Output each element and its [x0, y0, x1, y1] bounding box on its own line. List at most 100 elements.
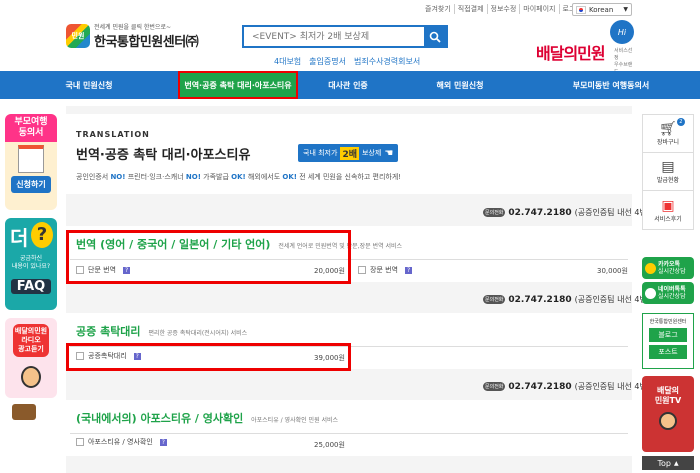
highlight-box: [66, 230, 351, 284]
phone-note: (공증인증팀 내선 4번): [574, 295, 650, 304]
top-link-profile[interactable]: 정보수정: [488, 4, 521, 14]
banner2-q1: 궁금하신: [19, 255, 43, 262]
cart-button[interactable]: 🛒︎ 2 장바구니: [643, 115, 693, 153]
history-label: 발급현황: [656, 177, 680, 184]
top-link-payment[interactable]: 직접결제: [455, 4, 488, 14]
search-input[interactable]: [244, 27, 424, 46]
top-label: Top: [657, 458, 671, 468]
quick-link-immigration[interactable]: 출입증명서: [309, 56, 346, 67]
banner2-q2: 내용이 있나요?: [11, 263, 51, 270]
checkbox[interactable]: [358, 266, 366, 274]
lowest-price-badge: 국내 최저가 2배 보상제 ☚: [298, 144, 399, 162]
desc-bold: NO!: [185, 173, 201, 181]
naver-talk-icon: [645, 287, 656, 299]
nav-translation[interactable]: 번역·공증 촉탁 대리·아포스티유: [178, 71, 298, 99]
history-button[interactable]: ▤ 발급현황: [643, 153, 693, 191]
document-icon: [5, 142, 57, 176]
tv-l1: 배달의: [656, 386, 680, 395]
logo-subtitle: 전세계 민원을 클릭 한번으로~: [94, 24, 171, 31]
post-button[interactable]: 포스트: [649, 345, 687, 359]
naver-talk-button[interactable]: 네이버톡톡 실시간상담: [642, 282, 694, 304]
desc-part: 해외에서도: [247, 173, 283, 181]
translation-header-card: TRANSLATION 번역·공증 촉탁 대리·아포스티유 국내 최저가 2배 …: [66, 114, 632, 194]
nav-overseas[interactable]: 해외 민원신청: [398, 71, 522, 99]
blog-button[interactable]: 블로그: [649, 328, 687, 342]
desc-bold: OK!: [231, 173, 246, 181]
korea-flag-icon: [576, 5, 586, 14]
main-nav: 국내 민원신청 번역·공증 촉탁 대리·아포스티유 대사관 인증 해외 민원신청…: [0, 71, 700, 99]
quick-link-insurance[interactable]: 4대보험: [274, 56, 301, 67]
desc-part: 프린터·잉크·스캐너: [127, 173, 186, 181]
top-link-mypage[interactable]: 마이페이지: [520, 4, 560, 14]
banner3-l3: 광고듣기: [18, 345, 44, 353]
badge-pre: 국내 최저가: [303, 149, 338, 157]
official-label: 한국통합민원센터: [649, 319, 687, 325]
nav-domestic[interactable]: 국내 민원신청: [0, 71, 178, 99]
brand-badge: Hi: [610, 20, 634, 44]
review-icon: ▣: [661, 197, 675, 214]
radio-banner[interactable]: 배달의민원 라디오 광고듣기: [5, 318, 57, 398]
section-title: 공증 촉탁대리: [76, 325, 141, 338]
desc-bold: OK!: [282, 173, 297, 181]
top-link-bookmark[interactable]: 즐겨찾기: [422, 4, 455, 14]
phone-note: (공증인증팀 내선 4번): [574, 382, 650, 391]
document-list-icon: ▤: [661, 159, 675, 175]
search-bar: [242, 25, 448, 48]
list-item[interactable]: 아포스티유 / 영사확인 ?: [76, 435, 167, 449]
scroll-top-button[interactable]: Top ▲: [642, 456, 694, 470]
banner2-faq: FAQ: [11, 279, 51, 294]
brand-name: 배달의민원: [536, 44, 606, 63]
nav-travel-consent[interactable]: 부모미동반 여행동의서: [522, 71, 700, 99]
kakao-sub: 실시간상담: [658, 268, 686, 275]
page-title: 번역·공증 촉탁 대리·아포스티유: [76, 148, 251, 163]
phone-badge: 문의전화: [483, 382, 506, 391]
cart-icon: 🛒︎: [659, 121, 677, 137]
highlight-box: [66, 343, 351, 371]
travel-consent-banner[interactable]: 부모여행 동의서 신청하기: [5, 114, 57, 210]
delivery-tv-banner[interactable]: 배달의 민원TV: [642, 376, 694, 452]
naver-label: 네이버톡톡: [658, 286, 686, 293]
phone-badge: 문의전화: [483, 295, 506, 304]
official-channels: 한국통합민원센터 블로그 포스트: [642, 313, 694, 369]
site-logo[interactable]: 민원 전세계 민원을 클릭 한번으로~ 한국통합민원센터㈜: [66, 22, 199, 50]
nav-embassy[interactable]: 대사관 인증: [298, 71, 398, 99]
search-button[interactable]: [424, 27, 446, 46]
faq-banner[interactable]: 더 ? 궁금하신 내용이 있나요? FAQ: [5, 218, 57, 310]
language-value: Korean: [589, 5, 614, 14]
contact-phone: 문의전화 02.747.2180 (공증인증팀 내선 4번): [483, 207, 650, 218]
item-price: 30,000원: [597, 267, 628, 275]
kakao-chat-button[interactable]: 카카오톡 실시간상담: [642, 257, 694, 279]
phone-number: 02.747.2180: [508, 294, 572, 305]
item-price: 25,000원: [314, 441, 345, 449]
checkbox[interactable]: [76, 438, 84, 446]
list-item[interactable]: 장문 번역 ?: [358, 263, 413, 277]
review-button[interactable]: ▣ 서비스후기: [643, 191, 693, 229]
quick-link-criminal-record[interactable]: 범죄수사경력회보서: [354, 56, 420, 67]
contact-phone: 문의전화 02.747.2180 (공증인증팀 내선 4번): [483, 294, 650, 305]
language-select[interactable]: Korean ▼: [572, 3, 632, 16]
banner1-cta[interactable]: 신청하기: [11, 176, 51, 193]
right-quick-panel: 🛒︎ 2 장바구니 ▤ 발급현황 ▣ 서비스후기: [642, 114, 694, 230]
quick-links: 4대보험 출입증명서 범죄수사경력회보서: [274, 56, 420, 67]
chevron-down-icon: ▼: [623, 6, 628, 13]
tv-l2: 민원TV: [654, 396, 682, 405]
character-icon: [21, 366, 41, 388]
section-title: (국내에서의) 아포스티유 / 영사확인: [76, 412, 244, 425]
help-icon[interactable]: ?: [405, 266, 413, 274]
banner3-l1: 배달의민원: [14, 327, 48, 335]
section-subtitle: 편리한 공증 촉탁대리(전시어지) 서비스: [148, 330, 248, 337]
logo-title: 한국통합민원센터㈜: [94, 35, 199, 50]
divider: [70, 433, 628, 434]
help-icon[interactable]: ?: [159, 438, 167, 446]
phone-number: 02.747.2180: [508, 207, 572, 218]
review-label: 서비스후기: [654, 215, 682, 223]
banner1-line2: 동의서: [18, 128, 44, 138]
section-subtitle: 아포스티유 / 영사확인 민원 서비스: [251, 417, 339, 424]
phone-note: (공증인증팀 내선 4번): [574, 208, 650, 217]
banner3-l2: 라디오: [21, 336, 41, 344]
brand-tag-line1: 서비스선정: [614, 48, 633, 61]
kakao-icon: [645, 262, 656, 274]
translation-desc: 공인인증서 NO! 프린터·잉크·스캐너 NO! 가족발급 OK! 해외에서도 …: [76, 172, 401, 182]
contact-phone: 문의전화 02.747.2180 (공증인증팀 내선 4번): [483, 381, 650, 392]
item-label: 장문 번역: [370, 266, 398, 274]
